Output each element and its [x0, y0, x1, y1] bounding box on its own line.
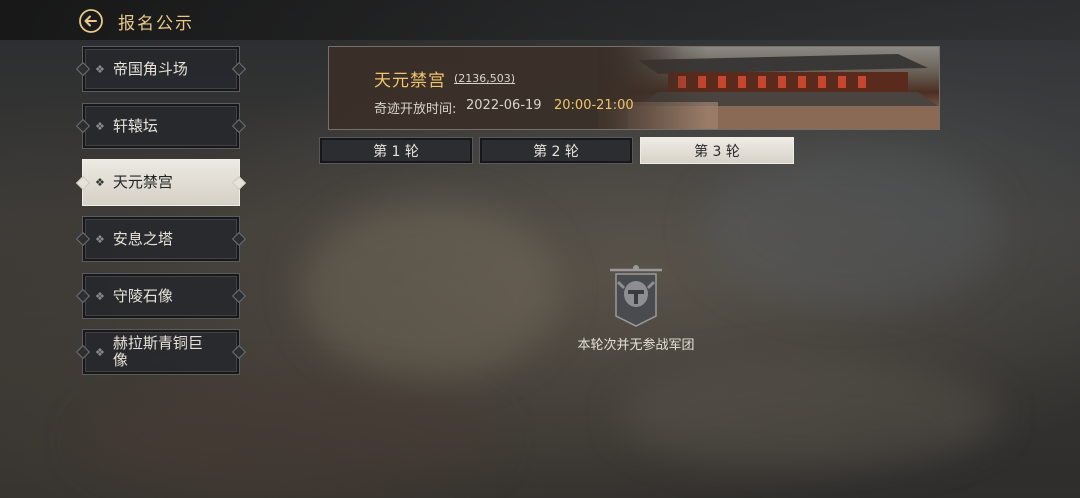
frame-ornament: [231, 288, 247, 304]
wonder-banner: 天元禁宫 (2136,503) 奇迹开放时间: 2022-06-19 20:00…: [328, 46, 940, 130]
sidebar-item-bronze-colossus[interactable]: ❖ 赫拉斯青铜巨像: [75, 329, 247, 375]
frame-ornament: [231, 118, 247, 134]
background-blur: [300, 200, 560, 380]
background-blur: [80, 380, 500, 498]
bullet-icon: ❖: [95, 289, 105, 303]
sidebar-item-label: 轩辕坛: [112, 116, 158, 135]
sidebar-item-xuanyuan-altar[interactable]: ❖ 轩辕坛: [75, 103, 247, 149]
sidebar-item-label: 守陵石像: [112, 286, 173, 305]
empty-state-message: 本轮次并无参战军团: [577, 338, 695, 353]
frame-ornament: [231, 231, 247, 247]
war-banner-icon: [604, 264, 668, 330]
tab-round-2[interactable]: 第 2 轮: [479, 137, 633, 164]
bullet-icon: ❖: [95, 232, 105, 246]
sidebar-item-label: 赫拉斯青铜巨像: [112, 334, 203, 369]
open-date: 2022-06-19: [466, 98, 542, 113]
frame-ornament: [75, 61, 91, 77]
frame-ornament: [75, 118, 91, 134]
bullet-icon: ❖: [95, 176, 105, 189]
background-blur: [620, 360, 1000, 470]
wonder-title: 天元禁宫: [374, 71, 446, 91]
page-title: 报名公示: [118, 14, 194, 34]
wonder-coordinates-link[interactable]: (2136,503): [454, 72, 515, 85]
frame-ornament: [75, 175, 91, 190]
sidebar-item-label: 天元禁宫: [112, 173, 173, 191]
background-blur: [700, 150, 1000, 310]
sidebar-item-tianyuan-palace[interactable]: ❖ 天元禁宫: [75, 159, 247, 206]
frame-ornament: [231, 344, 247, 360]
frame-ornament: [75, 344, 91, 360]
sidebar-item-colosseum[interactable]: ❖ 帝国角斗场: [75, 46, 247, 92]
open-time-range: 20:00-21:00: [554, 98, 634, 113]
frame-ornament: [75, 288, 91, 304]
tab-round-1[interactable]: 第 1 轮: [319, 137, 473, 164]
game-screen: 报名公示 ❖ 帝国角斗场 ❖ 轩辕坛 ❖ 天元禁宫 ❖ 安息之塔 ❖ 守陵石像 …: [0, 0, 1080, 498]
frame-ornament: [231, 61, 247, 77]
tab-round-3[interactable]: 第 3 轮: [640, 137, 794, 164]
sidebar-item-label: 帝国角斗场: [112, 59, 188, 78]
header-bar: 报名公示: [0, 0, 1080, 40]
frame-ornament: [231, 175, 247, 190]
back-button[interactable]: [78, 8, 104, 34]
sidebar-item-tomb-statue[interactable]: ❖ 守陵石像: [75, 273, 247, 319]
sidebar-item-label: 安息之塔: [112, 229, 173, 248]
open-time-label: 奇迹开放时间:: [374, 102, 457, 117]
bullet-icon: ❖: [95, 62, 105, 76]
bullet-icon: ❖: [95, 345, 105, 359]
sidebar-item-anxi-tower[interactable]: ❖ 安息之塔: [75, 216, 247, 262]
back-arrow-icon: [79, 9, 103, 33]
bullet-icon: ❖: [95, 119, 105, 133]
frame-ornament: [75, 231, 91, 247]
